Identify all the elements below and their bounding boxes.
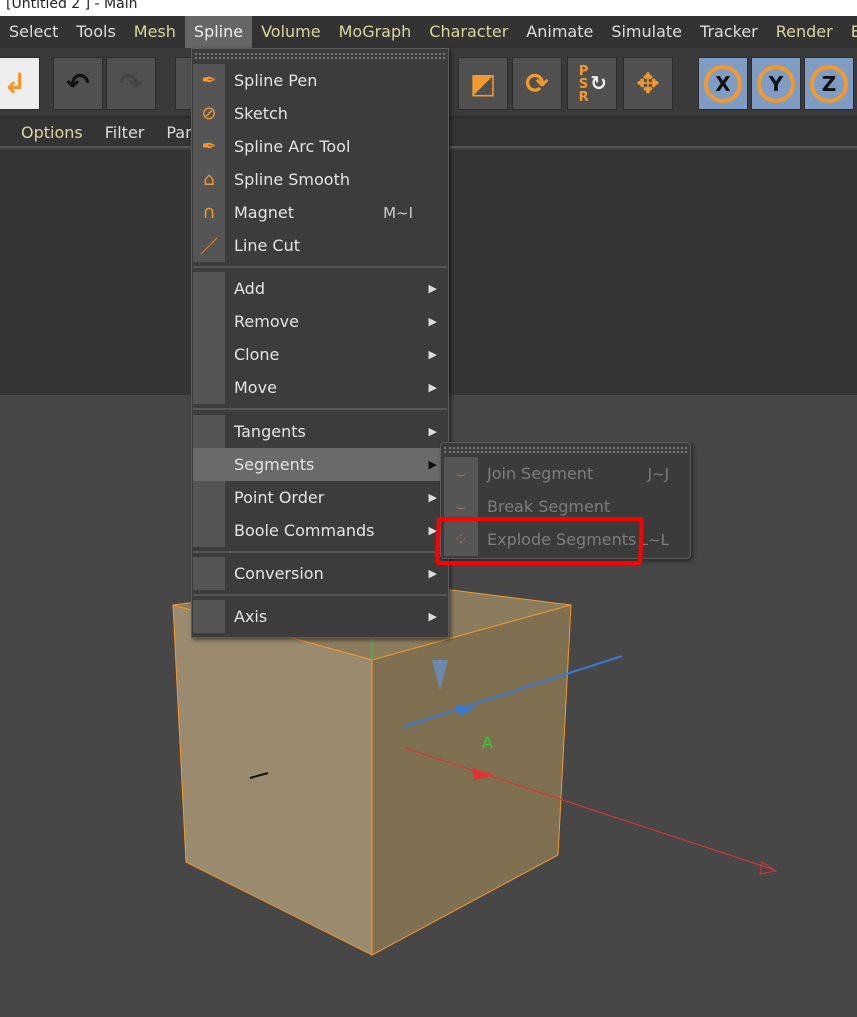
shortcut: L~L	[639, 530, 669, 549]
blank-icon	[193, 272, 225, 305]
join-segment-icon: ⌣	[444, 457, 478, 490]
blank-icon	[193, 415, 225, 448]
item-label: Spline Smooth	[234, 170, 351, 189]
menu-separator	[193, 551, 447, 553]
blank-icon	[193, 514, 225, 547]
item-label: Point Order	[234, 488, 325, 507]
menu-item-spline-pen[interactable]: ✒ Spline Pen	[193, 64, 447, 97]
item-label: Boole Commands	[234, 521, 375, 540]
menu-item-remove[interactable]: Remove ▶	[193, 305, 447, 338]
menu-item-segments[interactable]: Segments ▶	[193, 448, 447, 481]
blank-icon	[193, 557, 225, 590]
submenu-arrow-icon: ▶	[428, 381, 437, 394]
cube-right-face[interactable]	[371, 604, 572, 956]
item-label: Tangents	[234, 422, 306, 441]
submenu-arrow-icon: ▶	[428, 458, 437, 471]
item-label: Spline Arc Tool	[234, 137, 351, 156]
menu-item-join-segment[interactable]: ⌣ Join Segment J~J	[444, 457, 689, 490]
item-label: Sketch	[234, 104, 288, 123]
menu-item-move[interactable]: Move ▶	[193, 371, 447, 404]
menu-item-spline-arc-tool[interactable]: ✒ Spline Arc Tool	[193, 130, 447, 163]
submenu-arrow-icon: ▶	[428, 348, 437, 361]
item-label: Axis	[234, 607, 268, 626]
item-label: Segments	[234, 455, 315, 474]
menu-item-tangents[interactable]: Tangents ▶	[193, 415, 447, 448]
magnet-icon: ∩	[193, 196, 225, 229]
knife-icon: ／	[193, 229, 225, 262]
shortcut: M~I	[383, 203, 413, 222]
arc-tool-icon: ✒	[193, 130, 225, 163]
menu-item-clone[interactable]: Clone ▶	[193, 338, 447, 371]
shortcut: J~J	[647, 464, 669, 483]
blank-icon	[193, 338, 225, 371]
item-label: Conversion	[234, 564, 324, 583]
blank-icon	[193, 600, 225, 633]
annotation-highlight-box	[435, 517, 644, 565]
menu-separator	[193, 594, 447, 596]
submenu-arrow-icon: ▶	[428, 567, 437, 580]
axis-gizmo-label: A	[482, 733, 493, 752]
menu-tearoff-grip[interactable]	[444, 447, 687, 453]
item-label: Add	[234, 279, 265, 298]
blank-icon	[193, 371, 225, 404]
submenu-arrow-icon: ▶	[428, 315, 437, 328]
item-label: Spline Pen	[234, 71, 318, 90]
menu-item-axis[interactable]: Axis ▶	[193, 600, 447, 633]
menu-item-spline-smooth[interactable]: ⌂ Spline Smooth	[193, 163, 447, 196]
item-label: Magnet	[234, 203, 295, 222]
menu-separator	[193, 266, 447, 268]
menu-item-point-order[interactable]: Point Order ▶	[193, 481, 447, 514]
submenu-arrow-icon: ▶	[428, 610, 437, 623]
menu-item-add[interactable]: Add ▶	[193, 272, 447, 305]
menu-item-line-cut[interactable]: ／ Line Cut	[193, 229, 447, 262]
blank-icon	[193, 481, 225, 514]
item-label: Join Segment	[487, 464, 594, 483]
blank-icon	[193, 448, 225, 481]
cube-left-face[interactable]	[172, 604, 373, 956]
submenu-arrow-icon: ▶	[428, 491, 437, 504]
smooth-icon: ⌂	[193, 163, 225, 196]
menu-item-boole-commands[interactable]: Boole Commands ▶	[193, 514, 447, 547]
menu-tearoff-grip[interactable]	[195, 53, 445, 59]
submenu-arrow-icon: ▶	[428, 425, 437, 438]
item-label: Break Segment	[487, 497, 611, 516]
menu-item-conversion[interactable]: Conversion ▶	[193, 557, 447, 590]
item-label: Clone	[234, 345, 280, 364]
menu-separator	[193, 408, 447, 410]
item-label: Remove	[234, 312, 299, 331]
sketch-icon: ⊘	[193, 97, 225, 130]
item-label: Move	[234, 378, 277, 397]
menu-item-sketch[interactable]: ⊘ Sketch	[193, 97, 447, 130]
item-label: Line Cut	[234, 236, 301, 255]
spline-menu: ✒ Spline Pen ⊘ Sketch ✒ Spline Arc Tool ⌂ Sp…	[191, 48, 449, 638]
submenu-arrow-icon: ▶	[428, 282, 437, 295]
pen-icon: ✒	[193, 64, 225, 97]
menu-item-magnet[interactable]: ∩ Magnet M~I	[193, 196, 447, 229]
blank-icon	[193, 305, 225, 338]
